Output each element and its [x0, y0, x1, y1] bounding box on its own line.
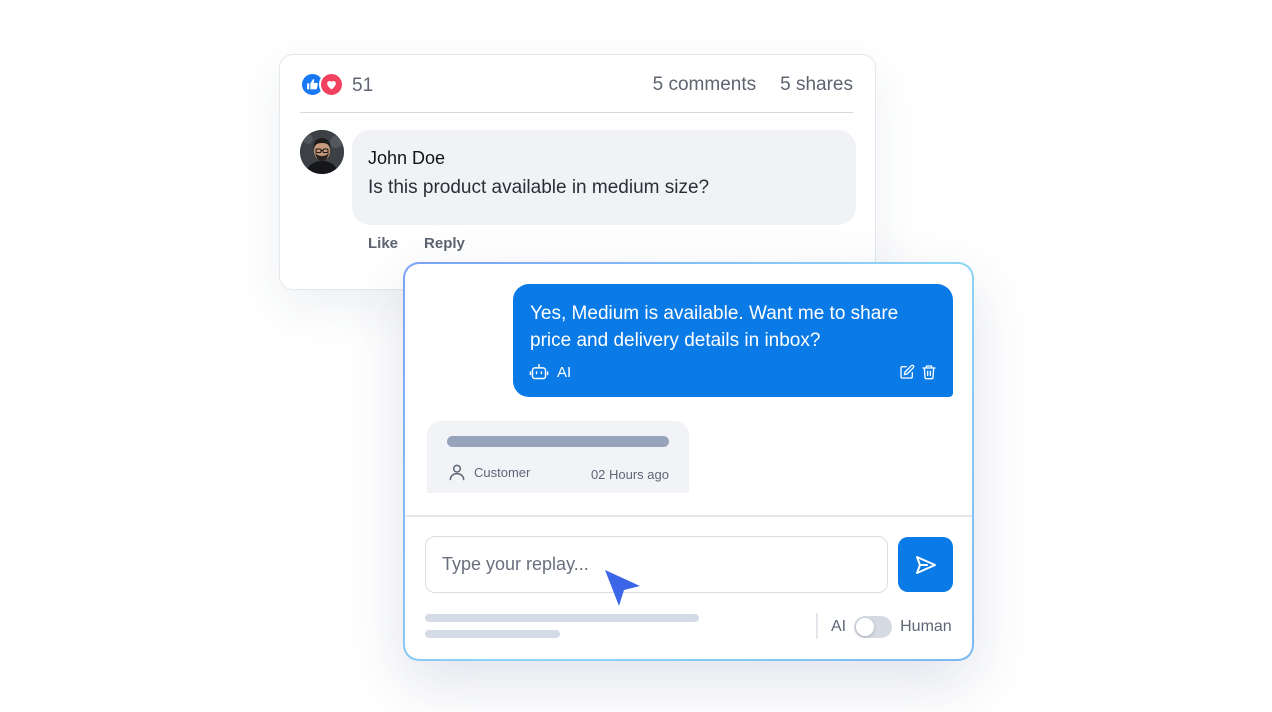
customer-label: Customer: [474, 464, 531, 480]
mode-ai-label: AI: [831, 618, 847, 635]
reply-input[interactable]: [425, 536, 888, 593]
message-placeholder-bar: [447, 436, 669, 447]
mode-toggle: AI Human: [831, 616, 952, 638]
comment-actions: Like Reply: [368, 235, 465, 252]
footer-placeholder-line: [425, 614, 699, 622]
footer-placeholder-line: [425, 630, 560, 638]
comment-text: Is this product available in medium size…: [368, 177, 710, 198]
trash-icon[interactable]: [921, 364, 937, 380]
like-link[interactable]: Like: [368, 235, 398, 252]
reply-panel: Yes, Medium is available. Want me to sha…: [403, 262, 974, 661]
ai-message-tools: [899, 364, 937, 380]
social-post-card: 51 5 comments 5 shares John Doe Is this …: [279, 54, 876, 290]
ai-reply-text: Yes, Medium is available. Want me to sha…: [530, 303, 899, 351]
customer-message-bubble: Customer 02 Hours ago: [427, 421, 689, 493]
robot-icon: [529, 363, 549, 381]
shares-count[interactable]: 5 shares: [780, 74, 853, 96]
reply-link[interactable]: Reply: [424, 235, 465, 252]
reactions[interactable]: [300, 72, 346, 98]
comments-count[interactable]: 5 comments: [653, 74, 756, 96]
reaction-count: 51: [352, 75, 374, 96]
customer-meta: Customer: [447, 462, 530, 482]
love-reaction-icon: [319, 72, 344, 97]
send-button[interactable]: [898, 537, 953, 592]
ai-tag: AI: [529, 363, 571, 381]
message-time: 02 Hours ago: [590, 467, 669, 482]
ai-tag-label: AI: [557, 363, 572, 381]
mode-human-label: Human: [900, 618, 952, 635]
avatar: [300, 130, 344, 174]
post-engagement: 5 comments 5 shares: [653, 74, 853, 96]
switch-knob: [856, 618, 875, 636]
divider: [405, 515, 972, 517]
comment-author[interactable]: John Doe: [368, 148, 840, 169]
edit-icon[interactable]: [899, 364, 915, 380]
user-icon: [447, 462, 467, 482]
post-stats-bar: 51 5 comments 5 shares: [300, 69, 853, 113]
ai-human-switch[interactable]: [854, 616, 893, 638]
divider: [816, 613, 818, 639]
send-icon: [914, 553, 938, 577]
comment-bubble: John Doe Is this product available in me…: [352, 130, 856, 225]
ai-reply-bubble: Yes, Medium is available. Want me to sha…: [513, 284, 953, 397]
